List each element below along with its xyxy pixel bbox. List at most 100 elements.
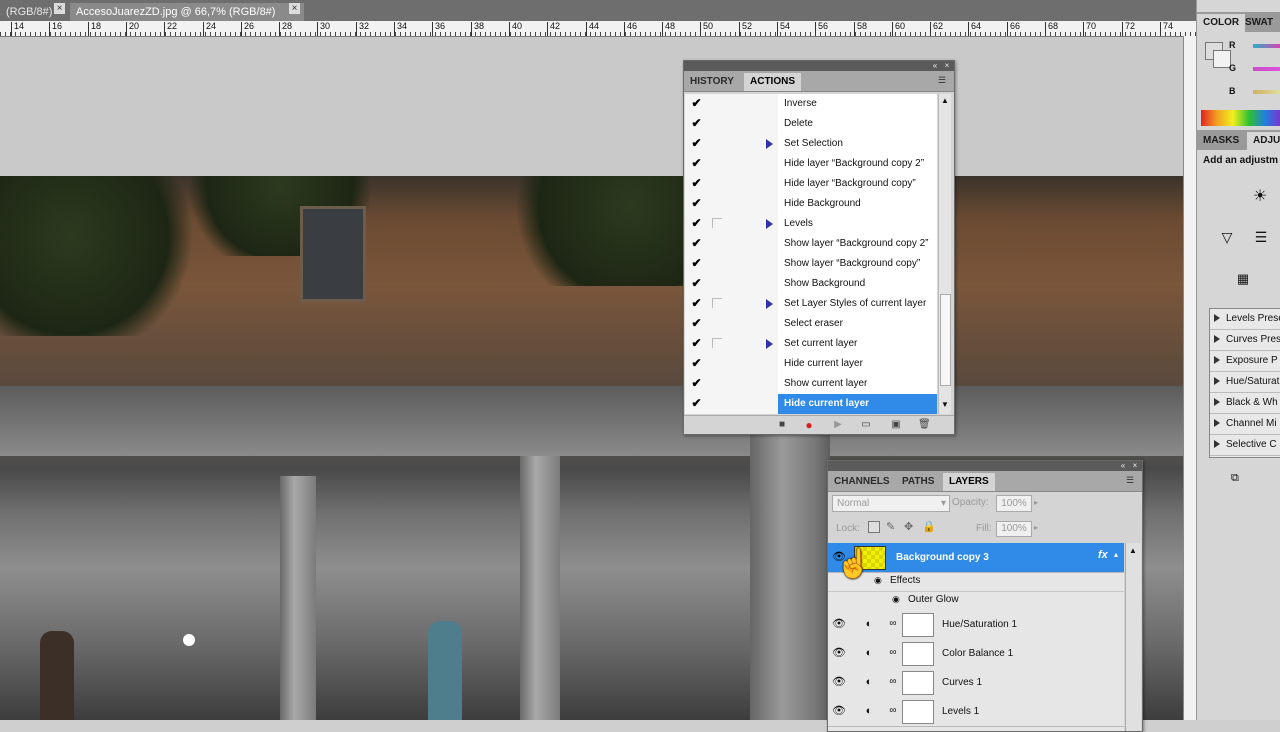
- tab-history[interactable]: HISTORY: [684, 73, 740, 91]
- layer-row-levels-1[interactable]: 👁 ◐ ∞ Levels 1: [828, 697, 1124, 727]
- lock-position-icon[interactable]: ✥: [904, 520, 913, 533]
- action-label[interactable]: Delete: [778, 114, 937, 135]
- outer-glow-visibility-icon[interactable]: ◉: [892, 594, 900, 605]
- layer-mask-thumbnail[interactable]: [902, 700, 934, 724]
- link-chain-icon[interactable]: ∞: [888, 705, 898, 717]
- action-label[interactable]: Hide current layer: [778, 394, 937, 414]
- action-label[interactable]: Select eraser: [778, 314, 937, 335]
- new-set-icon[interactable]: ▭: [860, 419, 872, 431]
- blue-slider[interactable]: [1253, 90, 1280, 94]
- action-toggle-checkbox[interactable]: ✔: [690, 117, 703, 130]
- action-toggle-checkbox[interactable]: ✔: [690, 297, 703, 310]
- action-row[interactable]: ✔ Show layer “Background copy 2”: [685, 234, 937, 255]
- action-label[interactable]: Show layer “Background copy 2”: [778, 234, 937, 255]
- tab-layers[interactable]: LAYERS: [943, 473, 995, 491]
- action-row[interactable]: ✔ Set Layer Styles of current layer: [685, 294, 937, 315]
- action-row[interactable]: ✔ Show current layer: [685, 374, 937, 395]
- action-row[interactable]: ✔ Hide current layer: [685, 394, 937, 414]
- action-toggle-checkbox[interactable]: ✔: [690, 217, 703, 230]
- play-icon[interactable]: ▶: [832, 419, 844, 431]
- lock-transparency-icon[interactable]: [868, 521, 880, 533]
- action-label[interactable]: Set Selection: [778, 134, 937, 155]
- expand-triangle-icon[interactable]: [766, 219, 773, 229]
- layer-name[interactable]: Hue/Saturation 1: [942, 610, 1017, 639]
- actions-scrollbar[interactable]: ▲ ▼: [938, 94, 951, 414]
- layer-effects-fx-icon[interactable]: fx: [1098, 549, 1108, 561]
- vibrance-icon[interactable]: ▽: [1217, 228, 1237, 246]
- preset-black-white[interactable]: Black & Wh: [1210, 393, 1280, 414]
- scroll-down-icon[interactable]: ▼: [941, 400, 949, 409]
- action-toggle-checkbox[interactable]: ✔: [690, 337, 703, 350]
- tab-actions[interactable]: ACTIONS: [744, 73, 801, 91]
- action-label[interactable]: Show layer “Background copy”: [778, 254, 937, 275]
- action-row[interactable]: ✔ Select eraser: [685, 314, 937, 335]
- close-tab-icon[interactable]: ×: [54, 3, 65, 14]
- action-row[interactable]: ✔ Set Selection: [685, 134, 937, 155]
- scroll-up-icon[interactable]: ▲: [941, 96, 949, 105]
- action-row[interactable]: ✔ Levels: [685, 214, 937, 235]
- layer-name[interactable]: Background copy 3: [896, 543, 989, 572]
- preset-channel-mixer[interactable]: Channel Mi: [1210, 414, 1280, 435]
- action-label[interactable]: Set current layer: [778, 334, 937, 355]
- panel-menu-icon[interactable]: ☰: [1126, 475, 1138, 485]
- black-white-icon[interactable]: ▦: [1233, 270, 1253, 288]
- action-label[interactable]: Show Background: [778, 274, 937, 295]
- action-label[interactable]: Hide current layer: [778, 354, 937, 375]
- preset-exposure[interactable]: Exposure P: [1210, 351, 1280, 372]
- action-label[interactable]: Show current layer: [778, 374, 937, 395]
- visibility-eye-icon[interactable]: 👁: [832, 647, 846, 659]
- preset-selective-color[interactable]: Selective C: [1210, 435, 1280, 456]
- action-label[interactable]: Hide Background: [778, 194, 937, 215]
- scroll-up-icon[interactable]: ▲: [1129, 546, 1137, 555]
- opacity-slider-arrow-icon[interactable]: ▸: [1034, 495, 1044, 510]
- preset-hue-saturation[interactable]: Hue/Saturat: [1210, 372, 1280, 393]
- scroll-thumb[interactable]: [940, 294, 951, 386]
- layer-row-background-copy-3[interactable]: 👁 Background copy 3 fx ▴: [828, 543, 1124, 573]
- close-panel-icon[interactable]: ×: [1130, 461, 1140, 471]
- layer-row-color-balance-1[interactable]: 👁 ◐ ∞ Color Balance 1: [828, 639, 1124, 669]
- tab-masks[interactable]: MASKS: [1197, 132, 1245, 150]
- layer-mask-thumbnail[interactable]: [902, 671, 934, 695]
- link-chain-icon[interactable]: ∞: [888, 618, 898, 630]
- tab-swatches[interactable]: SWAT: [1239, 14, 1279, 32]
- panel-titlebar[interactable]: « ×: [684, 61, 954, 71]
- action-row[interactable]: ✔ Show layer “Background copy”: [685, 254, 937, 275]
- action-toggle-checkbox[interactable]: ✔: [690, 97, 703, 110]
- action-row[interactable]: ✔ Set current layer: [685, 334, 937, 355]
- stop-recording-icon[interactable]: ■: [776, 419, 788, 431]
- effects-row[interactable]: ◉ Effects: [828, 572, 1124, 592]
- lock-pixels-icon[interactable]: ✎: [886, 520, 895, 533]
- visibility-eye-icon[interactable]: 👁: [832, 705, 846, 717]
- action-toggle-checkbox[interactable]: ✔: [690, 137, 703, 150]
- expand-triangle-icon[interactable]: [766, 339, 773, 349]
- tab-adjustments[interactable]: ADJU: [1247, 132, 1280, 150]
- outer-glow-row[interactable]: ◉ Outer Glow: [828, 591, 1124, 611]
- action-label[interactable]: Set Layer Styles of current layer: [778, 294, 937, 315]
- tab-channels[interactable]: CHANNELS: [828, 473, 896, 491]
- record-icon[interactable]: ●: [803, 419, 815, 431]
- layer-row-curves-1[interactable]: 👁 ◐ ∞ Curves 1: [828, 668, 1124, 698]
- dialog-toggle-icon[interactable]: [712, 218, 722, 228]
- action-toggle-checkbox[interactable]: ✔: [690, 197, 703, 210]
- new-action-icon[interactable]: ▣: [890, 419, 902, 431]
- lock-all-icon[interactable]: 🔒: [922, 520, 936, 533]
- effects-visibility-icon[interactable]: ◉: [874, 575, 882, 586]
- action-toggle-checkbox[interactable]: ✔: [690, 277, 703, 290]
- action-row[interactable]: ✔ Delete: [685, 114, 937, 135]
- close-tab-icon[interactable]: ×: [289, 3, 300, 14]
- visibility-eye-icon[interactable]: 👁: [832, 618, 846, 630]
- action-label[interactable]: Hide layer “Background copy 2”: [778, 154, 937, 175]
- action-row[interactable]: ✔ Show Background: [685, 274, 937, 295]
- brightness-contrast-icon[interactable]: ☀: [1251, 188, 1269, 206]
- delete-action-icon[interactable]: 🗑: [918, 419, 931, 431]
- fill-slider-arrow-icon[interactable]: ▸: [1034, 521, 1044, 535]
- action-toggle-checkbox[interactable]: ✔: [690, 357, 703, 370]
- expand-triangle-icon[interactable]: [766, 299, 773, 309]
- action-row[interactable]: ✔ Hide layer “Background copy 2”: [685, 154, 937, 175]
- action-toggle-checkbox[interactable]: ✔: [690, 237, 703, 250]
- action-label[interactable]: Levels: [778, 214, 937, 235]
- action-toggle-checkbox[interactable]: ✔: [690, 317, 703, 330]
- link-chain-icon[interactable]: ∞: [888, 676, 898, 688]
- doc-tab-active[interactable]: AccesoJuarezZD.jpg @ 66,7% (RGB/8#): [70, 3, 304, 21]
- layer-mask-thumbnail[interactable]: [902, 613, 934, 637]
